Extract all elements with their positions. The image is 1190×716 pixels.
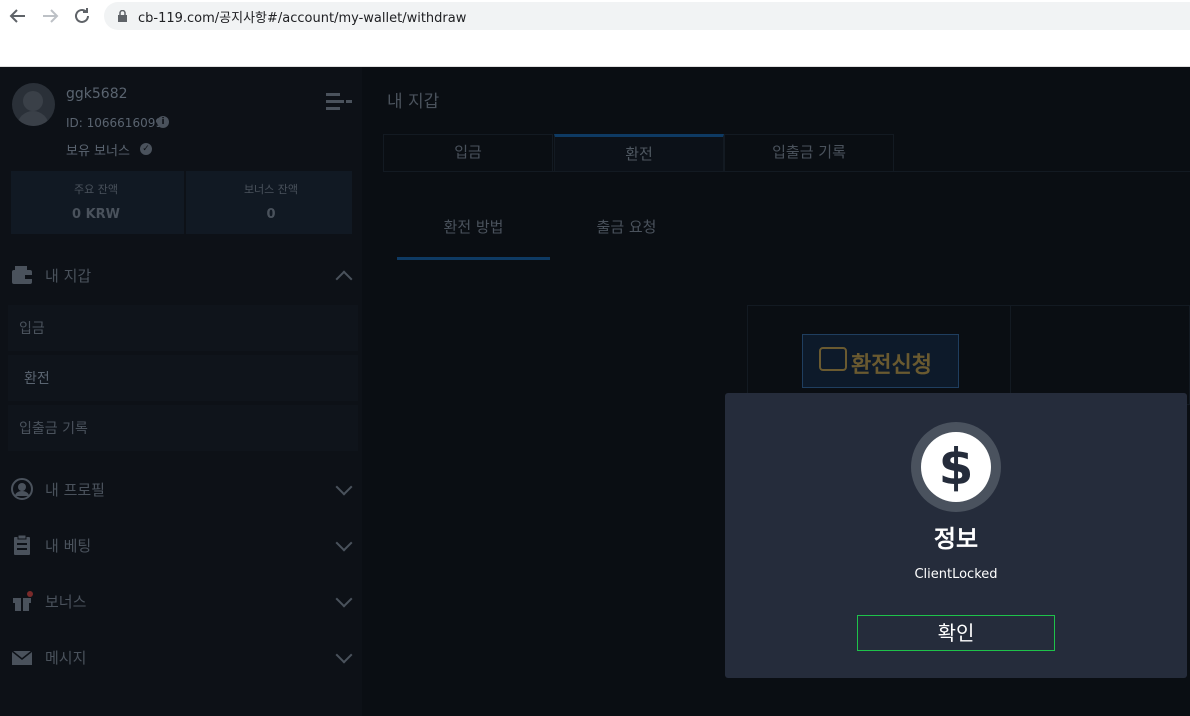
bonus-balance-value: 0: [266, 207, 276, 222]
reload-icon[interactable]: [70, 4, 94, 28]
tab-deposit[interactable]: 입금: [383, 134, 553, 172]
confirm-button[interactable]: 확인: [857, 615, 1055, 651]
modal-title: 정보: [933, 525, 979, 553]
chevron-up-icon: [335, 270, 353, 288]
browser-toolbar: cb-119.com/공지사항#/account/my-wallet/withd…: [0, 0, 1190, 67]
user-id: ID: 1066616099: [66, 116, 163, 130]
url-text: cb-119.com/공지사항#/account/my-wallet/withd…: [138, 11, 467, 26]
banner-text: 환전신청: [851, 353, 932, 378]
withdraw-request-banner[interactable]: 환전신청: [802, 334, 959, 388]
sidebar-item-history[interactable]: 입출금 기록: [8, 405, 358, 451]
withdraw-card: 환전신청: [747, 305, 1190, 406]
subtab-withdraw-method[interactable]: 환전 방법: [397, 207, 550, 260]
bonus-balance-label: 보너스 잔액: [243, 183, 299, 196]
app-window: ggk5682 ID: 1066616099 i 보유 보너스 ✓ 주요 잔액 …: [0, 67, 1190, 716]
sidebar-section-label: 내 베팅: [45, 537, 92, 555]
forward-icon[interactable]: [38, 4, 62, 28]
bonus-balance: 보너스 잔액 0: [186, 171, 356, 234]
sidebar-section-label: 내 지갑: [45, 267, 92, 285]
gift-icon: [13, 591, 33, 611]
money-bag-icon: [819, 347, 847, 371]
sidebar-item-label: 입출금 기록: [19, 421, 88, 437]
sidebar-item-deposit[interactable]: 입금: [8, 305, 358, 351]
envelope-icon: [11, 650, 33, 665]
wallet-tabs: 입금 환전 입출금 기록: [383, 134, 1190, 172]
sidebar-section-label: 메시지: [45, 649, 87, 667]
sidebar-section-label: 보너스: [45, 593, 87, 611]
balance-panel: 주요 잔액 0 KRW 보너스 잔액 0: [11, 171, 352, 234]
sidebar-section-message[interactable]: 메시지: [0, 636, 362, 678]
sidebar-item-withdraw[interactable]: 환전: [8, 355, 358, 401]
sidebar-section-wallet[interactable]: 내 지갑: [0, 254, 362, 296]
chevron-down-icon: [335, 646, 353, 664]
tab-withdraw[interactable]: 환전: [554, 134, 724, 172]
sidebar-section-bonus[interactable]: 보너스: [0, 580, 362, 622]
bonus-status-label: 보유 보너스: [66, 144, 130, 159]
user-circle-icon: [11, 478, 33, 500]
sidebar-item-label: 입금: [19, 321, 45, 337]
chevron-down-icon: [335, 534, 353, 552]
back-icon[interactable]: [6, 4, 30, 28]
info-icon[interactable]: i: [157, 116, 169, 128]
chevron-down-icon: [335, 478, 353, 496]
sidebar-collapse-icon[interactable]: [326, 91, 352, 113]
main-balance-label: 주요 잔액: [74, 183, 118, 196]
modal-message: ClientLocked: [914, 567, 998, 582]
chevron-down-icon: [335, 590, 353, 608]
lock-icon: [118, 10, 127, 22]
sidebar-section-profile[interactable]: 내 프로필: [0, 468, 362, 510]
check-circle-icon: ✓: [140, 143, 152, 155]
info-modal: $ 정보 ClientLocked 확인: [725, 393, 1187, 678]
address-bar[interactable]: cb-119.com/공지사항#/account/my-wallet/withd…: [104, 2, 1190, 30]
subtab-withdraw-request[interactable]: 출금 요청: [550, 207, 703, 260]
main-balance: 주요 잔액 0 KRW: [11, 171, 181, 234]
modal-icon-ring: $: [911, 422, 1001, 512]
wallet-icon: [12, 266, 32, 284]
sidebar-section-betting[interactable]: 내 베팅: [0, 524, 362, 566]
clipboard-icon: [14, 534, 30, 555]
sidebar-item-label: 환전: [24, 371, 50, 387]
tab-history[interactable]: 입출금 기록: [724, 134, 894, 172]
avatar[interactable]: [12, 83, 55, 126]
main-balance-value: 0 KRW: [72, 207, 120, 222]
sidebar-section-label: 내 프로필: [45, 481, 105, 499]
sidebar: ggk5682 ID: 1066616099 i 보유 보너스 ✓ 주요 잔액 …: [0, 67, 362, 716]
page-title: 내 지갑: [387, 92, 440, 112]
username: ggk5682: [66, 86, 128, 102]
dollar-icon: $: [921, 432, 991, 502]
